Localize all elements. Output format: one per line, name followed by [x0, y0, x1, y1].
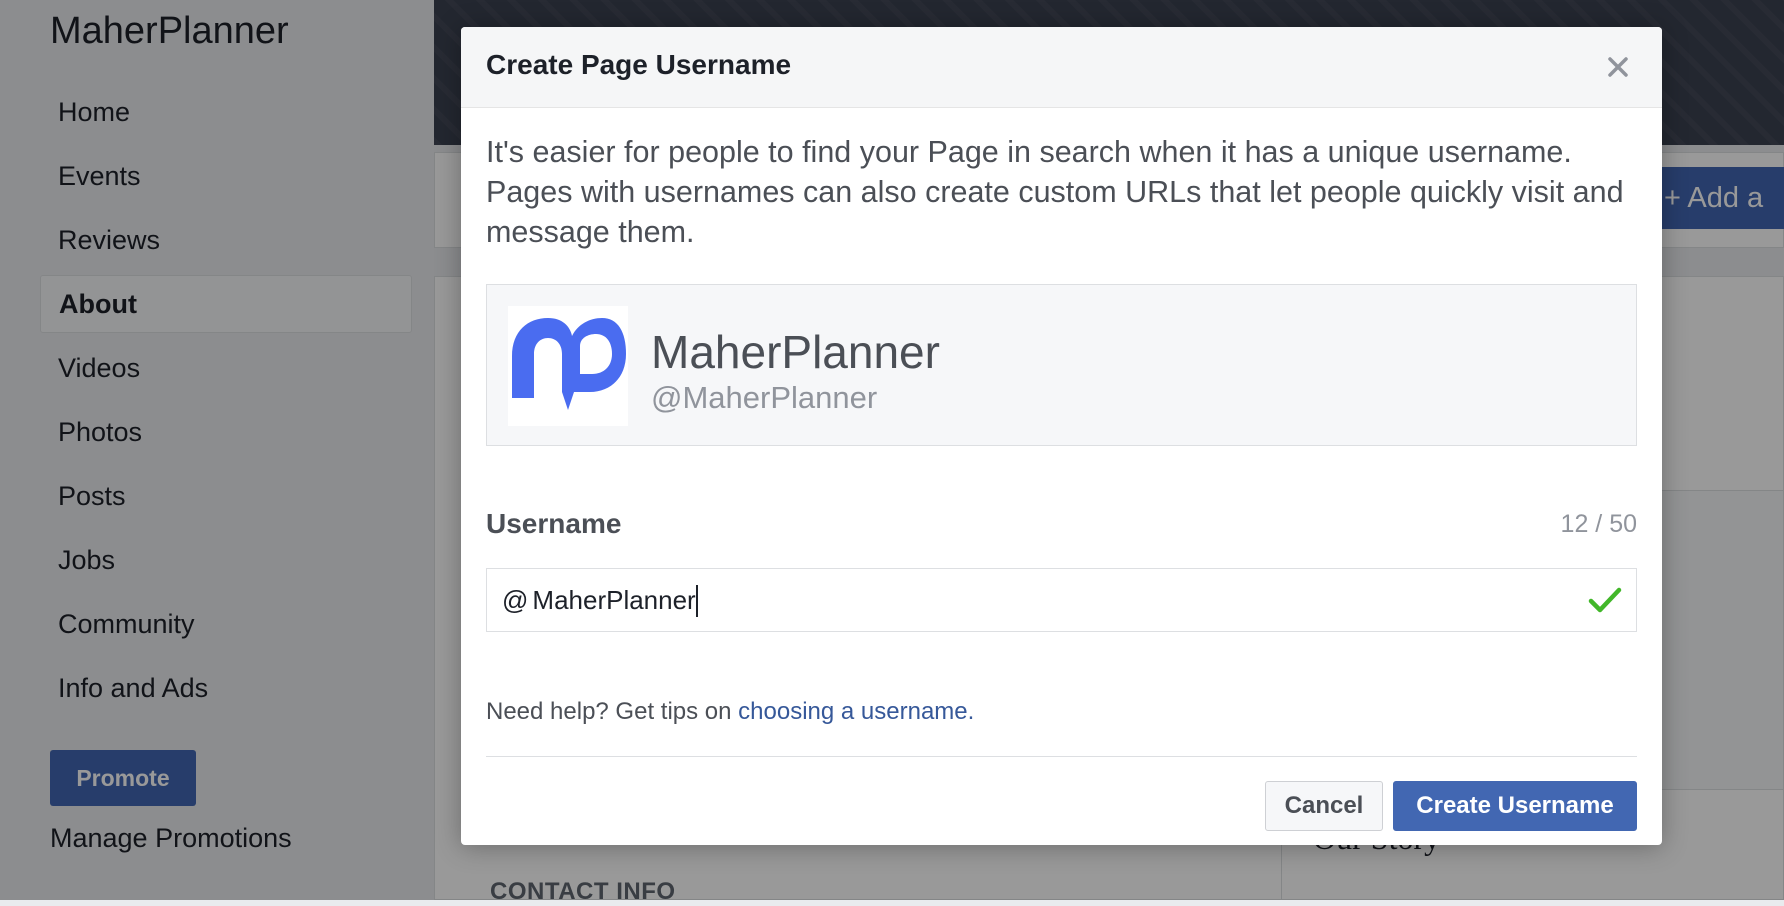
close-button[interactable]	[1602, 51, 1634, 83]
username-field[interactable]: @	[486, 568, 1637, 632]
preview-page-name: MaherPlanner	[651, 326, 940, 378]
choosing-username-link[interactable]: choosing a username.	[738, 698, 974, 725]
username-label: Username	[486, 508, 622, 539]
help-text: Need help? Get tips on	[486, 698, 732, 725]
dialog-footer: Cancel Create Username	[486, 757, 1637, 845]
text-caret	[696, 585, 699, 617]
at-prefix: @	[502, 584, 529, 615]
dialog-body: It's easier for people to find your Page…	[461, 108, 1662, 845]
username-field-header: Username 12 / 50	[486, 508, 1637, 539]
checkmark-icon	[1588, 587, 1622, 613]
help-text-row: Need help? Get tips on choosing a userna…	[486, 698, 1637, 726]
page-logo	[508, 306, 628, 426]
maherplanner-logo-icon	[512, 318, 626, 410]
preview-page-handle: @MaherPlanner	[651, 380, 878, 415]
close-icon	[1608, 57, 1628, 77]
character-counter: 12 / 50	[1560, 510, 1637, 538]
page-preview-card: MaherPlanner @MaherPlanner	[486, 284, 1637, 446]
cancel-button[interactable]: Cancel	[1265, 781, 1383, 831]
dialog-header: Create Page Username	[461, 27, 1662, 108]
create-username-button[interactable]: Create Username	[1393, 781, 1637, 831]
create-username-dialog: Create Page Username It's easier for peo…	[461, 27, 1662, 845]
dialog-title: Create Page Username	[486, 49, 792, 80]
username-input[interactable]	[532, 584, 1533, 616]
intro-text: It's easier for people to find your Page…	[486, 135, 1624, 249]
